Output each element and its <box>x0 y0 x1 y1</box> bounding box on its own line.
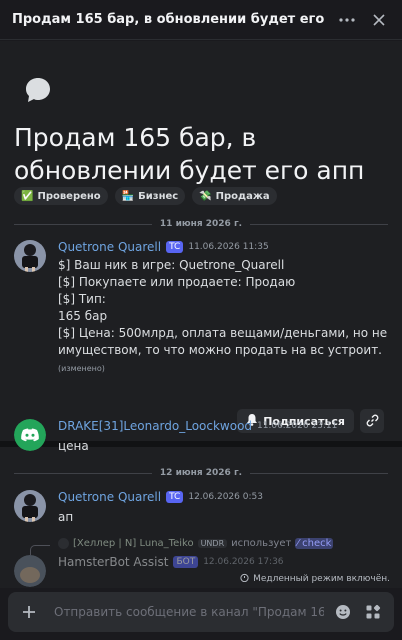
date-divider: 11 июня 2026 г. <box>14 218 388 230</box>
date-divider: 12 июня 2026 г. <box>14 467 388 479</box>
post-title: Продам 165 бар, в обновлении будет его а… <box>14 123 365 185</box>
author-name[interactable]: Quetrone Quarell <box>58 490 161 504</box>
tag-label: Продажа <box>215 190 270 202</box>
command-mention[interactable]: ⁄ check <box>295 538 334 549</box>
command-name: check <box>302 538 332 549</box>
tag-verified[interactable]: ✅ Проверено <box>14 187 108 205</box>
timestamp: 11.06.2026 11:35 <box>188 242 269 252</box>
date-divider-label: 11 июня 2026 г. <box>159 219 243 229</box>
message-line: $] Ваш ник в игре: Quetrone_Quarell <box>58 258 285 272</box>
message-line-last: имуществом, то что можно продать на вс у… <box>58 342 394 377</box>
tag-business[interactable]: 🏪 Бизнес <box>114 187 186 205</box>
clan-tag: TC <box>166 491 184 503</box>
chat-bubble-icon <box>23 75 53 109</box>
reply-verb: использует <box>231 538 292 549</box>
more-icon[interactable] <box>336 9 358 31</box>
close-icon[interactable] <box>368 9 390 31</box>
message-input[interactable]: Отправить сообщение в канал "Продам 165 … <box>54 605 324 619</box>
thread-title: Продам 165 бар, в обновлении будет его а… <box>12 12 326 27</box>
apps-icon[interactable] <box>362 601 384 623</box>
message-text: ап <box>58 510 74 524</box>
emoji-icon[interactable] <box>332 601 354 623</box>
thread-header: Продам 165 бар, в обновлении будет его а… <box>0 0 402 40</box>
timestamp: 12.06.2026 0:53 <box>188 492 263 502</box>
check-icon: ✅ <box>21 190 34 202</box>
slowmode-text: Медленный режим включён. <box>253 574 390 584</box>
message-text: цена <box>58 439 89 453</box>
reply-connector <box>30 545 50 555</box>
tag-sale[interactable]: 💸 Продажа <box>192 187 277 205</box>
edited-label: (изменено) <box>58 364 105 373</box>
date-divider-label: 12 июня 2026 г. <box>159 468 243 478</box>
author-name[interactable]: DRAKE[31]Leonardo_Loockwood <box>58 419 252 433</box>
author-name[interactable]: Quetrone Quarell <box>58 240 161 254</box>
message-line: [$] Тип: <box>58 292 106 306</box>
store-icon: 🏪 <box>121 190 135 202</box>
avatar[interactable] <box>14 240 46 272</box>
plus-icon[interactable] <box>18 601 40 623</box>
thread-content: Продам 165 бар, в обновлении будет его а… <box>0 41 402 588</box>
timer-icon <box>240 573 249 585</box>
clan-tag: TC <box>166 241 184 253</box>
message-text: имуществом, то что можно продать на вс у… <box>58 343 382 357</box>
message-line: [$] Покупаете или продаете: Продаю <box>58 275 296 289</box>
avatar[interactable] <box>14 419 46 451</box>
message-composer: Отправить сообщение в канал "Продам 165 … <box>8 592 394 632</box>
avatar[interactable] <box>14 555 46 587</box>
slowmode-notice: Медленный режим включён. <box>240 573 390 585</box>
reply-author: [Хеллер | N] Luna_Teiko <box>73 538 194 549</box>
guild-tag: UNDR <box>197 539 228 548</box>
avatar <box>58 538 69 549</box>
timestamp: 11.06.2026 23:11 <box>257 421 338 431</box>
message-line: [$] Цена: 500млрд, оплата вещами/деньгам… <box>58 326 388 340</box>
tag-list: ✅ Проверено 🏪 Бизнес 💸 Продажа <box>14 187 277 205</box>
message-line: 165 бар <box>58 309 108 323</box>
author-name[interactable]: HamsterBot Assist <box>58 555 168 569</box>
money-icon: 💸 <box>199 190 212 202</box>
tag-label: Бизнес <box>138 190 179 202</box>
bot-badge: БОТ <box>173 556 199 568</box>
timestamp: 12.06.2026 17:36 <box>203 557 284 567</box>
tag-label: Проверено <box>37 190 101 202</box>
avatar[interactable] <box>14 490 46 522</box>
reply-preview[interactable]: [Хеллер | N] Luna_Teiko UNDR использует … <box>58 538 334 549</box>
